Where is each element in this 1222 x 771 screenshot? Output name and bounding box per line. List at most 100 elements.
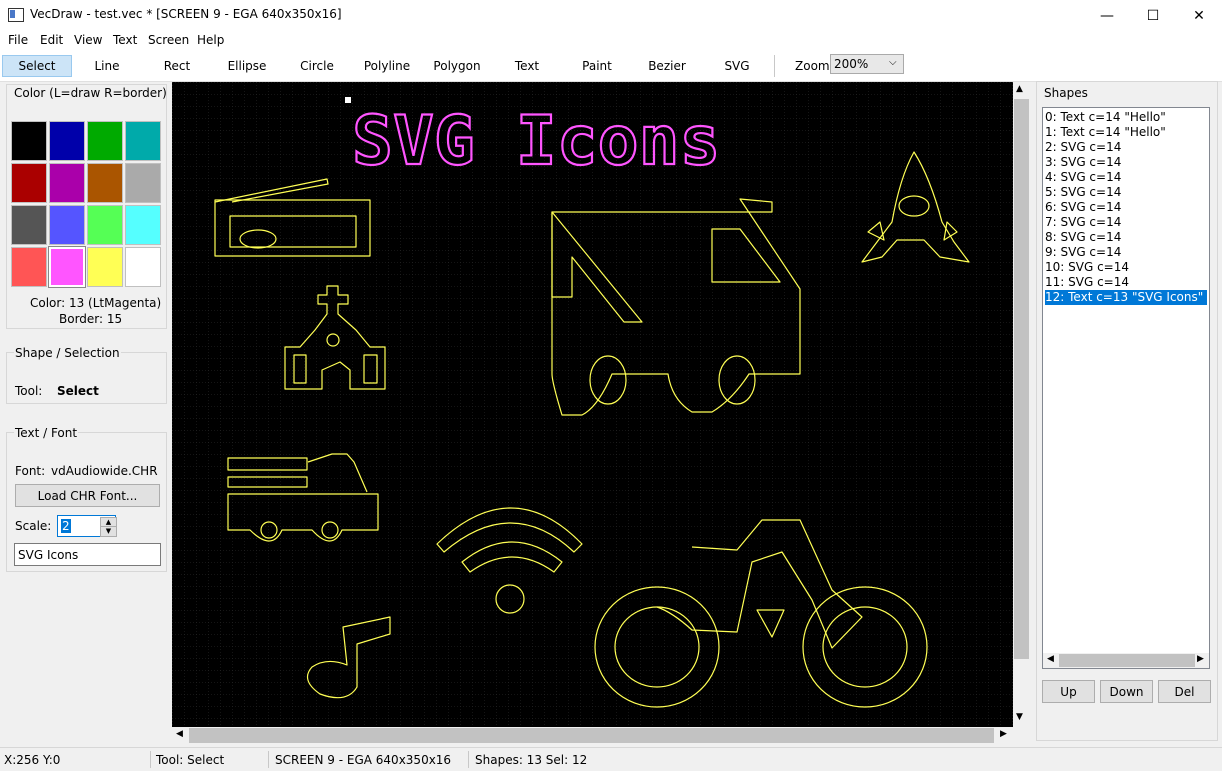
color-swatch[interactable] [49,121,85,161]
color-swatch[interactable] [87,121,123,161]
color-swatch[interactable] [125,163,161,203]
list-item[interactable]: 7: SVG c=14 [1045,215,1207,230]
horizontal-scroll-thumb[interactable] [189,728,994,743]
font-value: vdAudiowide.CHR [51,464,158,478]
status-bar: X:256 Y:0 Tool: Select SCREEN 9 - EGA 64… [0,747,1222,771]
menu-screen[interactable]: Screen [148,33,189,47]
horizontal-scrollbar[interactable]: ◀ ▶ [172,727,1013,744]
list-item[interactable]: 10: SVG c=14 [1045,260,1207,275]
tool-label: Tool: [15,384,43,398]
color-swatch[interactable] [11,205,47,245]
list-scroll-thumb[interactable] [1059,654,1195,667]
scroll-down-icon[interactable]: ▼ [1016,712,1023,722]
color-swatch[interactable] [49,163,85,203]
menu-bar: File Edit View Text Screen Help [0,31,1222,51]
menu-edit[interactable]: Edit [40,33,63,47]
app-icon [8,8,24,22]
tool-polyline[interactable]: Polyline [352,55,422,77]
zoom-value: 200% [834,57,869,71]
list-scroll-left-icon[interactable]: ◀ [1047,654,1054,664]
status-coords: X:256 Y:0 [4,753,61,767]
tool-line[interactable]: Line [72,55,142,77]
list-scroll-right-icon[interactable]: ▶ [1197,654,1204,664]
toolbar-separator [774,55,775,77]
tool-ellipse[interactable]: Ellipse [212,55,282,77]
tool-rect[interactable]: Rect [142,55,212,77]
color-swatch[interactable] [49,205,85,245]
shapes-list[interactable]: 0: Text c=14 "Hello" 1: Text c=14 "Hello"… [1042,107,1210,669]
tool-text[interactable]: Text [492,55,562,77]
selection-handle[interactable] [345,97,351,103]
color-swatch[interactable] [11,121,47,161]
color-swatch[interactable] [87,163,123,203]
status-screen: SCREEN 9 - EGA 640x350x16 [275,753,452,767]
tool-bezier[interactable]: Bezier [632,55,702,77]
delete-button[interactable]: Del [1158,680,1211,703]
color-swatch[interactable] [87,205,123,245]
color-swatch[interactable] [87,247,123,287]
maximize-button[interactable]: ☐ [1130,0,1176,31]
status-tool: Tool: Select [156,753,225,767]
menu-text[interactable]: Text [113,33,137,47]
up-button[interactable]: Up [1042,680,1095,703]
list-item[interactable]: 9: SVG c=14 [1045,245,1207,260]
list-item[interactable]: 6: SVG c=14 [1045,200,1207,215]
load-font-button[interactable]: Load CHR Font... [15,484,160,507]
tool-svg[interactable]: SVG [702,55,772,77]
color-swatch[interactable] [125,121,161,161]
window-title: VecDraw - test.vec * [SCREEN 9 - EGA 640… [30,7,342,21]
scale-down-arrow-icon[interactable]: ▼ [100,526,117,537]
menu-file[interactable]: File [8,33,28,47]
minimize-button[interactable]: — [1084,0,1130,31]
list-item[interactable]: 1: Text c=14 "Hello" [1045,125,1207,140]
list-item[interactable]: 11: SVG c=14 [1045,275,1207,290]
vertical-scrollbar[interactable]: ▲ ▼ [1013,82,1030,727]
zoom-label: Zoom: [795,59,834,73]
list-item[interactable]: 4: SVG c=14 [1045,170,1207,185]
menu-view[interactable]: View [74,33,102,47]
canvas-title-text[interactable]: SVG Icons [351,101,722,182]
status-shapes: Shapes: 13 Sel: 12 [475,753,588,767]
text-input[interactable]: SVG Icons [14,543,161,566]
menu-help[interactable]: Help [197,33,224,47]
drawing-canvas[interactable]: SVG Icons [172,82,1013,727]
selection-group-title: Shape / Selection [14,346,121,360]
scroll-left-icon[interactable]: ◀ [176,729,183,739]
down-button[interactable]: Down [1100,680,1153,703]
scale-label: Scale: [15,519,52,533]
tool-polygon[interactable]: Polygon [422,55,492,77]
list-item[interactable]: 12: Text c=13 "SVG Icons" [1045,290,1207,305]
color-swatch[interactable] [48,246,86,288]
title-bar: VecDraw - test.vec * [SCREEN 9 - EGA 640… [0,0,1222,32]
shapes-title: Shapes [1044,86,1088,100]
list-item[interactable]: 0: Text c=14 "Hello" [1045,110,1207,125]
color-group-title: Color (L=draw R=border) [14,86,167,100]
list-item[interactable]: 5: SVG c=14 [1045,185,1207,200]
color-palette [11,121,163,289]
toolbar: Select Line Rect Ellipse Circle Polyline… [0,51,1222,82]
tool-paint[interactable]: Paint [562,55,632,77]
zoom-select[interactable]: 200% ⌵ [830,54,904,74]
border-text: Border: 15 [59,312,123,326]
vertical-scroll-thumb[interactable] [1014,99,1029,659]
color-swatch[interactable] [11,247,47,287]
color-swatch[interactable] [125,205,161,245]
list-horizontal-scrollbar[interactable]: ◀ ▶ [1043,653,1209,668]
scroll-right-icon[interactable]: ▶ [1000,729,1007,739]
scale-value: 2 [61,519,71,533]
color-swatch[interactable] [11,163,47,203]
color-text: Color: 13 (LtMagenta) [30,296,162,310]
list-item[interactable]: 3: SVG c=14 [1045,155,1207,170]
tool-select[interactable]: Select [2,55,72,77]
status-separator [468,751,469,768]
canvas-svg: SVG Icons [172,82,1013,727]
list-item[interactable]: 8: SVG c=14 [1045,230,1207,245]
tool-circle[interactable]: Circle [282,55,352,77]
color-swatch[interactable] [125,247,161,287]
close-button[interactable]: ✕ [1176,0,1222,31]
status-separator [150,751,151,768]
font-group-title: Text / Font [14,426,79,440]
scroll-up-icon[interactable]: ▲ [1016,84,1023,94]
status-separator [268,751,269,768]
list-item[interactable]: 2: SVG c=14 [1045,140,1207,155]
